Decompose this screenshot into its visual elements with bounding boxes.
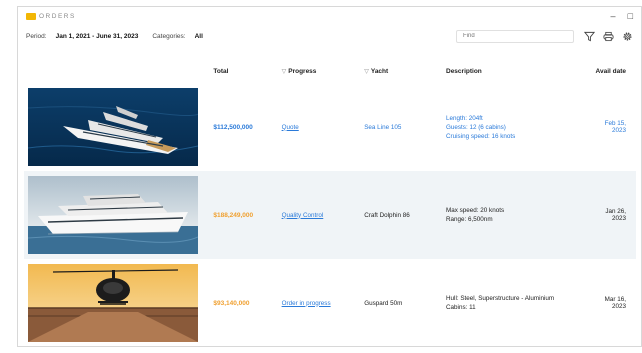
categories-value[interactable]: All [195, 33, 203, 40]
progress-cell: Quote [278, 83, 361, 171]
description-line: Max speed: 20 knots [446, 207, 505, 214]
minimize-button[interactable]: – [611, 11, 616, 21]
table-row[interactable]: $112,500,000 Quote Sea Line 105 Length: … [24, 83, 636, 171]
description-cell: Length: 204ft Guests: 12 (6 cabins) Crui… [442, 83, 592, 171]
column-header-total[interactable]: Total [209, 60, 277, 83]
progress-link[interactable]: Quality Control [282, 212, 324, 219]
total-value: $112,500,000 [213, 123, 253, 131]
superyacht-photo [28, 88, 198, 166]
description-line: Cabins: 11 [446, 304, 476, 311]
column-header-description[interactable]: Description [442, 60, 592, 83]
orders-window: ORDERS – □ Period: Jan 1, 2021 - June 31… [17, 6, 642, 347]
description-line: Hull: Steel, Superstructure - Aluminium [446, 295, 555, 302]
helicopter-deck-photo [28, 264, 198, 342]
app-logo-icon [26, 12, 36, 20]
progress-cell: Order in progress [278, 259, 361, 346]
column-header-progress-label: Progress [288, 68, 317, 75]
progress-link[interactable]: Quote [282, 124, 299, 131]
description-line: Range: 6,500nm [446, 216, 493, 223]
avail-date: Feb 15, 2023 [604, 120, 626, 134]
print-icon[interactable] [603, 31, 614, 42]
column-header-yacht-label: Yacht [370, 68, 389, 75]
image-column-header [24, 60, 209, 83]
table-header-row: Total ▽ Progress ▽ Yacht Description Avail… [24, 60, 636, 83]
progress-link[interactable]: Order in progress [282, 300, 331, 307]
yacht-name: Craft Dolphin 86 [364, 211, 410, 219]
maximize-button[interactable]: □ [628, 11, 633, 21]
column-header-progress[interactable]: ▽ Progress [278, 60, 361, 83]
column-header-yacht[interactable]: ▽ Yacht [360, 60, 442, 83]
yacht-name: Sea Line 105 [364, 123, 402, 131]
filter-sort-icon[interactable]: ▽ [364, 69, 369, 75]
description-line: Cruising speed: 16 knots [446, 132, 516, 140]
yacht-image-cell [24, 259, 209, 346]
period-value[interactable]: Jan 1, 2021 - June 31, 2023 [56, 33, 139, 40]
motor-yacht-photo [28, 176, 198, 254]
yacht-image-cell [24, 83, 209, 171]
title-bar: ORDERS – □ [18, 7, 641, 25]
app-title: ORDERS [39, 12, 76, 20]
yacht-image-cell [24, 171, 209, 259]
filter-sort-icon[interactable]: ▽ [282, 69, 287, 75]
description-cell: Max speed: 20 knots Range: 6,500nm [442, 171, 592, 259]
description-cell: Hull: Steel, Superstructure - Aluminium … [442, 259, 592, 346]
table-row[interactable]: $188,249,000 Quality Control Craft Dolph… [24, 171, 636, 259]
filter-icon[interactable] [584, 31, 595, 42]
period-label: Period: [26, 32, 47, 40]
yacht-name: Guspard 50m [364, 299, 403, 307]
categories-label: Categories: [152, 32, 186, 40]
description-line: Length: 204ft [446, 114, 483, 122]
orders-table: Total ▽ Progress ▽ Yacht Description Avail… [24, 60, 636, 346]
search-input[interactable] [456, 29, 574, 43]
description-line: Guests: 12 (6 cabins) [446, 123, 506, 131]
table-row[interactable]: $93,140,000 Order in progress Guspard 50… [24, 259, 636, 346]
column-header-avail-date[interactable]: Avail date [592, 60, 636, 83]
settings-icon[interactable] [622, 31, 633, 42]
avail-date: Jan 26, 2023 [605, 208, 626, 222]
filter-bar: Period: Jan 1, 2021 - June 31, 2023 Cate… [18, 25, 641, 47]
total-value: $188,249,000 [213, 211, 254, 219]
avail-date: Mar 16, 2023 [604, 296, 626, 310]
progress-cell: Quality Control [278, 171, 361, 259]
total-value: $93,140,000 [213, 299, 250, 307]
